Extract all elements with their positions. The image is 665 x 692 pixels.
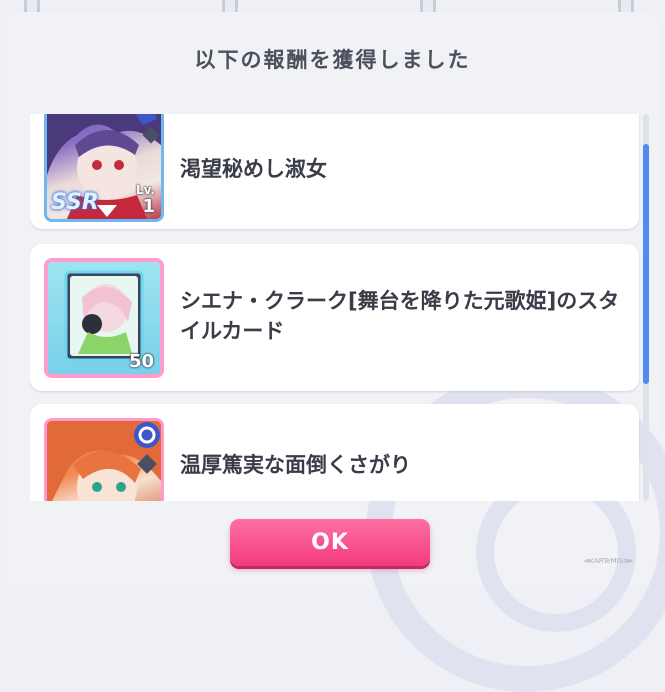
- style-card-icon: 50: [44, 258, 164, 378]
- reward-name: 渇望秘めし淑女: [180, 157, 327, 181]
- dialog-title: 以下の報酬を獲得しました: [194, 48, 471, 72]
- scrollbar-thumb[interactable]: [643, 144, 649, 384]
- watermark-logo: ⋘ARTeMIS⋙: [584, 557, 633, 565]
- character-portrait-icon: SSR Lv. 1: [44, 114, 164, 222]
- character-portrait-icon: [47, 421, 161, 501]
- reward-name: 温厚篤実な面倒くさがり: [180, 453, 411, 477]
- reward-item[interactable]: 温厚篤実な面倒くさがり: [30, 404, 639, 501]
- reward-list[interactable]: SSR Lv. 1 渇望秘めし淑女 50 シエナ・クラーク[舞台を降りた元歌姫]…: [30, 114, 642, 501]
- quantity-badge: 50: [128, 351, 154, 372]
- reward-name: シエナ・クラーク[舞台を降りた元歌姫]のスタイルカード: [180, 289, 620, 343]
- rarity-badge: SSR: [51, 190, 99, 215]
- reward-item[interactable]: 50 シエナ・クラーク[舞台を降りた元歌姫]のスタイルカード: [30, 244, 639, 391]
- ok-button[interactable]: OK: [230, 519, 430, 566]
- reward-item[interactable]: SSR Lv. 1 渇望秘めし淑女: [30, 114, 639, 229]
- character-portrait-icon: [44, 418, 164, 501]
- reward-list-scrollbar[interactable]: [643, 114, 649, 501]
- level-value: 1: [142, 196, 155, 217]
- level-prefix: Lv.: [135, 183, 155, 197]
